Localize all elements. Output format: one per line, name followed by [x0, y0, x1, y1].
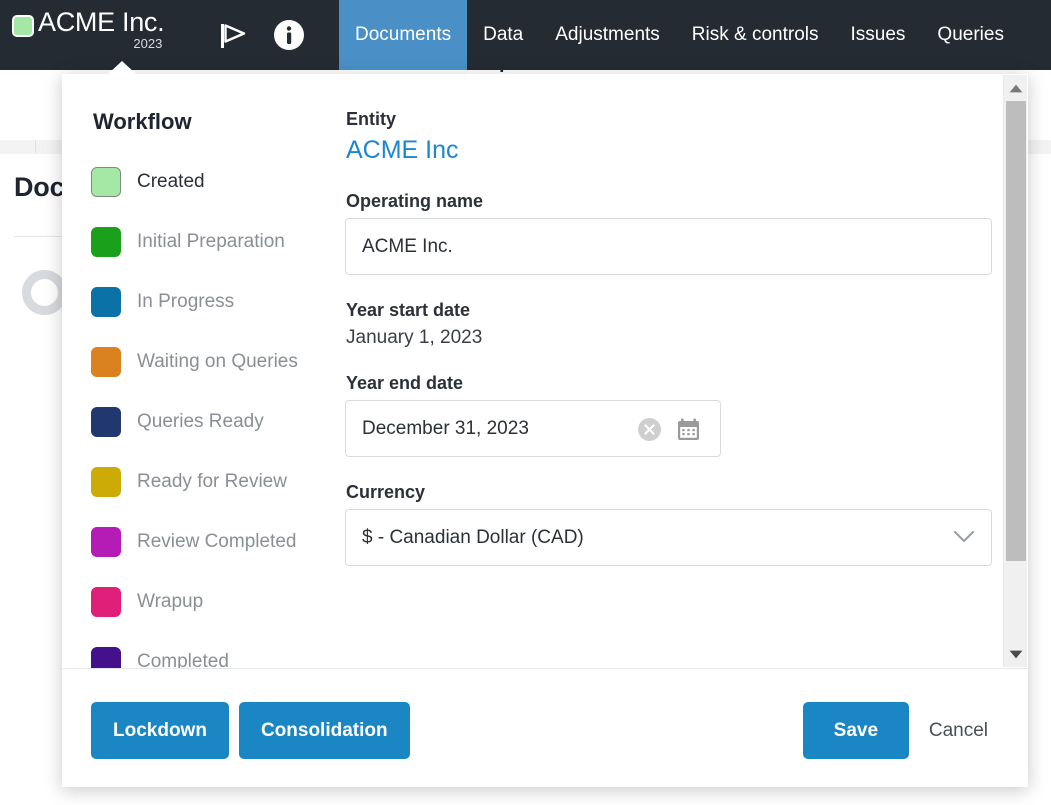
workflow-color-swatch-icon — [91, 167, 121, 197]
workflow-color-swatch-icon — [91, 407, 121, 437]
nav-item-label: Queries — [937, 24, 1004, 46]
main-nav: Documents Data Adjustments Risk & contro… — [339, 0, 1020, 70]
nav-item-label: Data — [483, 24, 523, 46]
flag-icon[interactable] — [213, 16, 251, 54]
entity-form: Entity ACME Inc Operating name Year star… — [345, 109, 995, 566]
workflow-item-wrapup[interactable]: Wrapup — [91, 572, 341, 632]
currency-label: Currency — [346, 482, 995, 503]
operating-name-label: Operating name — [346, 191, 995, 212]
currency-selected-value: $ - Canadian Dollar (CAD) — [362, 510, 584, 565]
nav-item-label: Risk & controls — [692, 24, 819, 46]
currency-select[interactable]: $ - Canadian Dollar (CAD) — [345, 509, 992, 566]
workflow-item-label: Created — [137, 171, 205, 193]
nav-item-adjustments[interactable]: Adjustments — [539, 0, 676, 70]
workflow-item-waiting-on-queries[interactable]: Waiting on Queries — [91, 332, 341, 392]
footer-right-actions: Save Cancel — [803, 702, 1002, 759]
entity-label: Entity — [346, 109, 995, 130]
operating-name-input[interactable] — [345, 218, 992, 275]
save-button[interactable]: Save — [803, 702, 909, 759]
nav-item-label: Documents — [355, 24, 451, 46]
nav-item-issues[interactable]: Issues — [835, 0, 922, 70]
workflow-item-in-progress[interactable]: In Progress — [91, 272, 341, 332]
nav-item-label: Issues — [851, 24, 906, 46]
workflow-item-label: In Progress — [137, 291, 234, 313]
workflow-item-label: Wrapup — [137, 591, 203, 613]
brand-year: 2023 — [38, 37, 164, 51]
workflow-color-swatch-icon — [91, 527, 121, 557]
workflow-color-swatch-icon — [91, 347, 121, 377]
workflow-item-initial-preparation[interactable]: Initial Preparation — [91, 212, 341, 272]
workflow-item-label: Completed — [137, 651, 229, 668]
workflow-item-completed[interactable]: Completed — [91, 632, 341, 668]
scroll-down-icon[interactable] — [1004, 643, 1028, 665]
cancel-button[interactable]: Cancel — [915, 702, 1002, 759]
app-root: Documents File setup ACME Inc. 2023 — [0, 0, 1051, 805]
consolidation-button[interactable]: Consolidation — [239, 702, 410, 759]
workflow-color-swatch-icon — [91, 587, 121, 617]
brand-logo[interactable]: ACME Inc. 2023 — [12, 6, 164, 51]
dialog-body: Workflow Created Initial Preparation In … — [62, 74, 1028, 668]
dialog-footer: Lockdown Consolidation Save Cancel — [62, 668, 1028, 787]
workflow-title: Workflow — [93, 109, 341, 135]
workflow-panel: Workflow Created Initial Preparation In … — [91, 109, 341, 668]
year-end-date-label: Year end date — [346, 373, 995, 394]
brand-name: ACME Inc. — [38, 6, 164, 38]
entity-color-swatch-icon — [12, 15, 34, 37]
background-strip-divider — [35, 140, 36, 154]
workflow-color-swatch-icon — [91, 287, 121, 317]
footer-left-actions: Lockdown Consolidation — [91, 702, 410, 759]
year-start-date-value: January 1, 2023 — [346, 327, 995, 349]
entity-setup-dialog: Workflow Created Initial Preparation In … — [62, 74, 1028, 787]
popover-arrow — [108, 61, 136, 74]
workflow-item-label: Initial Preparation — [137, 231, 285, 253]
nav-item-documents[interactable]: Documents — [339, 0, 467, 70]
calendar-icon[interactable] — [676, 417, 701, 442]
entity-link[interactable]: ACME Inc — [346, 136, 995, 165]
top-navigation-bar: ACME Inc. 2023 Documents Data — [0, 0, 1051, 70]
year-end-date-value: December 31, 2023 — [362, 401, 529, 456]
loading-spinner — [22, 270, 67, 315]
workflow-item-created[interactable]: Created — [91, 152, 341, 212]
workflow-item-label: Review Completed — [137, 531, 296, 553]
year-start-date-label: Year start date — [346, 300, 995, 321]
dialog-scrollbar[interactable] — [1003, 75, 1027, 667]
lockdown-button[interactable]: Lockdown — [91, 702, 229, 759]
nav-item-risk-and-controls[interactable]: Risk & controls — [676, 0, 835, 70]
year-end-date-field[interactable]: December 31, 2023 — [345, 400, 721, 457]
workflow-color-swatch-icon — [91, 467, 121, 497]
workflow-item-label: Waiting on Queries — [137, 351, 298, 373]
workflow-item-label: Queries Ready — [137, 411, 264, 433]
workflow-color-swatch-icon — [91, 647, 121, 668]
chevron-down-icon — [953, 530, 975, 544]
scroll-up-icon[interactable] — [1004, 77, 1028, 99]
workflow-item-ready-for-review[interactable]: Ready for Review — [91, 452, 341, 512]
nav-item-queries[interactable]: Queries — [921, 0, 1020, 70]
nav-item-label: Adjustments — [555, 24, 660, 46]
workflow-item-label: Ready for Review — [137, 471, 287, 493]
workflow-color-swatch-icon — [91, 227, 121, 257]
clear-circle-icon[interactable] — [638, 418, 661, 441]
nav-item-data[interactable]: Data — [467, 0, 539, 70]
workflow-item-queries-ready[interactable]: Queries Ready — [91, 392, 341, 452]
scrollbar-thumb[interactable] — [1006, 101, 1026, 561]
info-icon[interactable] — [272, 18, 306, 52]
workflow-item-review-completed[interactable]: Review Completed — [91, 512, 341, 572]
